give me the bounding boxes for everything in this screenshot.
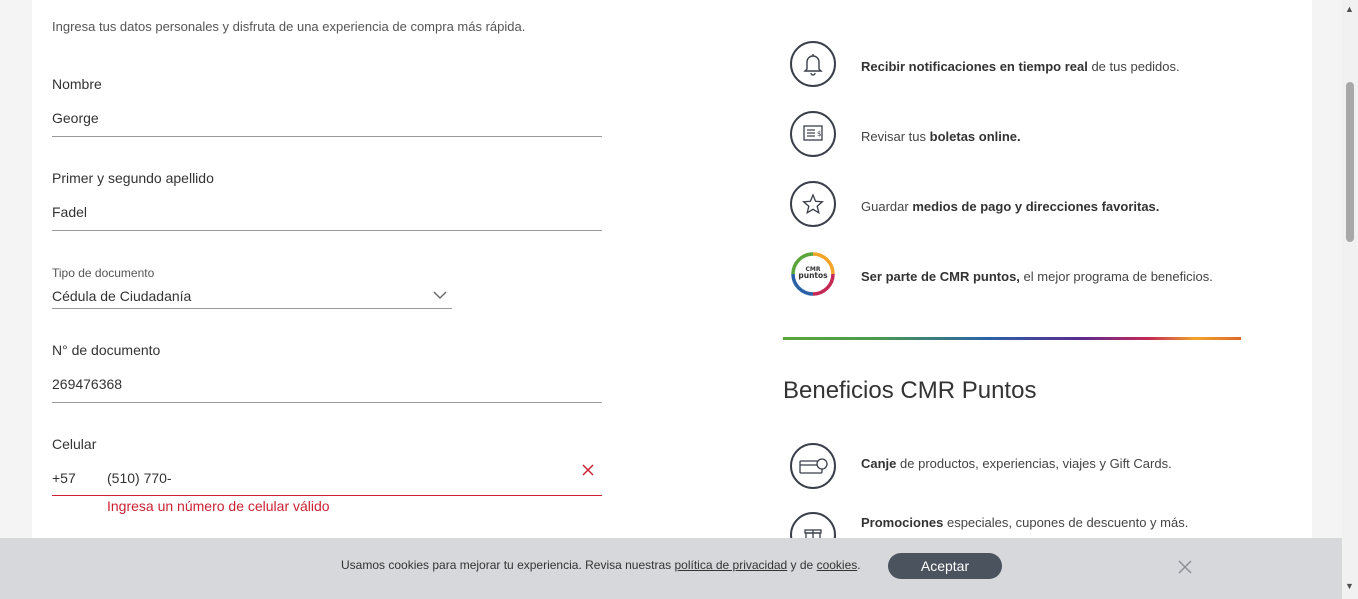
benefit-notifications: Recibir notificaciones en tiempo real de… <box>861 59 1180 74</box>
benefit-boletas: Revisar tus boletas online. <box>861 129 1021 144</box>
celular-error-message: Ingresa un número de celular válido <box>107 498 330 514</box>
scroll-down-icon[interactable]: ▼ <box>1345 581 1354 591</box>
tipo-documento-underline <box>52 308 452 309</box>
chevron-down-icon[interactable] <box>432 288 448 302</box>
bell-icon <box>790 41 838 89</box>
benefit-medios-pago: Guardar medios de pago y direcciones fav… <box>861 199 1160 214</box>
num-documento-underline <box>52 402 602 403</box>
cmr-puntos-logo: CMR puntos <box>790 251 838 299</box>
nombre-field[interactable]: George <box>52 110 99 126</box>
benefit-canje: Canje de productos, experiencias, viajes… <box>861 456 1172 471</box>
tipo-documento-label: Tipo de documento <box>52 266 155 280</box>
cmr-section-title: Beneficios CMR Puntos <box>783 377 1037 404</box>
receipt-icon: $ <box>790 111 838 159</box>
gift-card-icon <box>790 443 838 491</box>
clear-icon[interactable] <box>580 462 596 478</box>
svg-text:puntos: puntos <box>798 271 828 280</box>
rainbow-divider <box>783 337 1241 340</box>
form-subtitle: Ingresa tus datos personales y disfruta … <box>52 19 526 34</box>
benefit-cmr-puntos: Ser parte de CMR puntos, el mejor progra… <box>861 269 1213 284</box>
num-documento-field[interactable]: 269476368 <box>52 376 122 392</box>
celular-field[interactable]: (510) 770- <box>107 470 172 486</box>
num-documento-label: N° de documento <box>52 342 161 358</box>
svg-text:$: $ <box>817 130 821 138</box>
benefit-promociones: Promociones especiales, cupones de descu… <box>861 515 1189 530</box>
accept-cookies-button[interactable]: Aceptar <box>888 553 1002 579</box>
close-icon[interactable] <box>1178 560 1192 574</box>
nombre-underline <box>52 136 602 137</box>
cookie-message: Usamos cookies para mejorar tu experienc… <box>341 558 861 572</box>
star-icon <box>790 181 838 229</box>
apellido-label: Primer y segundo apellido <box>52 170 214 186</box>
tipo-documento-select[interactable]: Cédula de Ciudadanía <box>52 288 191 304</box>
scroll-thumb[interactable] <box>1346 82 1354 242</box>
apellido-underline <box>52 230 602 231</box>
scroll-up-icon[interactable]: ▲ <box>1345 4 1354 14</box>
cookies-link[interactable]: cookies <box>817 558 858 572</box>
country-code: +57 <box>52 470 76 486</box>
celular-label: Celular <box>52 436 97 452</box>
page-scrollbar[interactable]: ▲ ▼ <box>1342 0 1358 599</box>
nombre-label: Nombre <box>52 76 102 92</box>
privacy-policy-link[interactable]: política de privacidad <box>674 558 787 572</box>
apellido-field[interactable]: Fadel <box>52 204 87 220</box>
celular-underline-error <box>52 495 602 496</box>
